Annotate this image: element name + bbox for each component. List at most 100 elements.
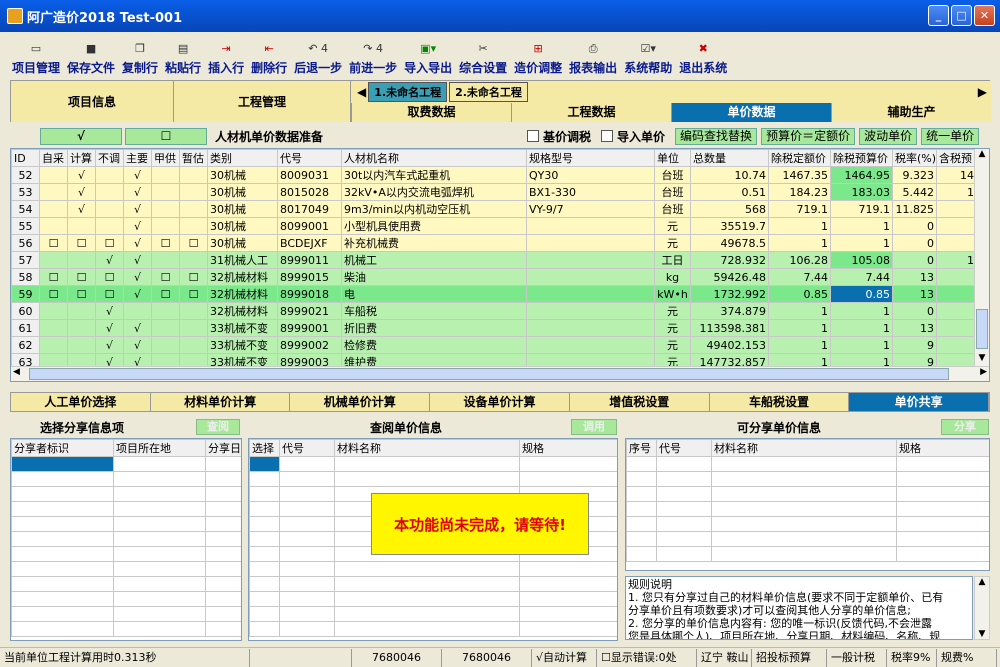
list-item[interactable] [249, 456, 617, 472]
grid-cell[interactable]: 719.1 [768, 200, 831, 218]
panel-cell[interactable] [249, 561, 280, 577]
grid-header-cell[interactable]: 税率(%) [892, 149, 937, 167]
list-item[interactable] [11, 591, 241, 607]
grid-cell[interactable]: 32机械材料 [207, 302, 278, 320]
grid-cell[interactable]: 1 [830, 234, 893, 252]
grid-cell[interactable]: ☐ [95, 234, 124, 252]
grid-cell[interactable]: √ [123, 285, 152, 303]
panel-cell[interactable] [279, 486, 335, 502]
list-item[interactable] [249, 591, 617, 607]
grid-cell[interactable]: 台班 [654, 200, 691, 218]
panel-cell[interactable] [334, 471, 520, 487]
toolbar-button-8[interactable]: ▣▾ 导入导出 [404, 38, 452, 76]
grid-cell[interactable]: 1 [768, 319, 831, 337]
panel-cell[interactable] [279, 501, 335, 517]
panel-header-cell[interactable]: 选择 [249, 439, 280, 457]
grid-cell[interactable]: √ [95, 251, 124, 269]
grid-cell[interactable]: 32kV•A以内交流电弧焊机 [341, 183, 527, 201]
panel-cell[interactable] [249, 606, 280, 622]
panel-cell[interactable] [249, 486, 280, 502]
panel-header-cell[interactable]: 分享日 [205, 439, 241, 457]
panel-cell[interactable] [279, 516, 335, 532]
panel-cell[interactable] [656, 501, 712, 517]
bottom-tab-1[interactable]: 材料单价计算 [150, 393, 291, 411]
grid-cell[interactable]: 车船税 [341, 302, 527, 320]
grid-cell[interactable]: 柴油 [341, 268, 527, 286]
panel-cell[interactable] [205, 501, 241, 517]
list-item[interactable] [11, 531, 241, 547]
list-item[interactable] [626, 486, 989, 502]
panel-cell[interactable] [113, 561, 206, 577]
toolbar-button-11[interactable]: ⎙ 报表输出 [569, 38, 617, 76]
grid-cell[interactable]: 9m3/min以内机动空压机 [341, 200, 527, 218]
grid-cell[interactable] [179, 200, 208, 218]
list-item[interactable] [11, 606, 241, 622]
unified-price-button[interactable]: 统一单价 [921, 127, 980, 145]
grid-cell[interactable]: 183.03 [830, 183, 893, 201]
grid-cell[interactable]: 1 [936, 183, 977, 201]
panel-cell[interactable] [205, 606, 241, 622]
horizontal-scrollbar[interactable]: ◀ ▶ [11, 366, 989, 381]
grid-header-cell[interactable]: 类别 [207, 149, 278, 167]
list-item[interactable] [249, 471, 617, 487]
panel-cell[interactable] [626, 546, 657, 562]
tabs-left-arrow-icon[interactable]: ◀ [357, 85, 366, 99]
toolbar-button-12[interactable]: ☑▾ 系统帮助 [624, 38, 672, 76]
panel-cell[interactable] [249, 501, 280, 517]
panel-cell[interactable] [113, 576, 206, 592]
horizontal-scroll-thumb[interactable] [29, 368, 949, 380]
panel-cell[interactable] [626, 501, 657, 517]
uncheck-all-button[interactable]: ☐ [125, 127, 207, 145]
panel-cell[interactable] [249, 531, 280, 547]
table-row[interactable]: 61 √ √ 33机械不变 8999001 折旧费元 113598.381 1 1 13 [11, 319, 977, 337]
list-item[interactable] [626, 531, 989, 547]
maximize-button[interactable]: □ [951, 5, 972, 26]
panel-cell[interactable] [205, 561, 241, 577]
grid-cell[interactable]: √ [123, 336, 152, 354]
panel-cell[interactable] [249, 471, 280, 487]
bottom-tab-5[interactable]: 车船税设置 [709, 393, 850, 411]
grid-cell[interactable]: 13 [892, 285, 937, 303]
grid-cell[interactable] [526, 234, 655, 252]
panel-cell[interactable] [279, 561, 335, 577]
toolbar-button-7[interactable]: ↷ 4 前进一步 [349, 38, 397, 76]
grid-cell[interactable]: 元 [654, 302, 691, 320]
grid-cell[interactable]: ☐ [151, 234, 180, 252]
grid-cell[interactable]: 57 [11, 251, 40, 269]
grid-cell[interactable]: ☐ [39, 268, 68, 286]
grid-cell[interactable]: kW•h [654, 285, 691, 303]
panel-cell[interactable] [205, 591, 241, 607]
panel-header-cell[interactable]: 代号 [656, 439, 712, 457]
tab-fee-data[interactable]: 取费数据 [351, 103, 511, 122]
panel-cell[interactable] [11, 576, 114, 592]
grid-cell[interactable]: 8999001 [277, 319, 342, 337]
panel-cell[interactable] [656, 516, 712, 532]
toolbar-button-6[interactable]: ↶ 4 后退一步 [294, 38, 342, 76]
grid-cell[interactable]: 30机械 [207, 200, 278, 218]
panel-cell[interactable] [334, 621, 520, 637]
panel-cell[interactable] [11, 501, 114, 517]
grid-cell[interactable]: √ [123, 200, 152, 218]
grid-header-cell[interactable]: 总数量 [690, 149, 769, 167]
grid-header-cell[interactable]: 单位 [654, 149, 691, 167]
grid-cell[interactable]: √ [95, 336, 124, 354]
bottom-tab-4[interactable]: 增值税设置 [569, 393, 710, 411]
grid-cell[interactable] [526, 217, 655, 235]
panel-cell[interactable] [249, 621, 280, 637]
grid-cell[interactable]: ☐ [95, 285, 124, 303]
panel-cell[interactable] [249, 591, 280, 607]
grid-cell[interactable]: ☐ [67, 234, 96, 252]
panel-cell[interactable] [519, 606, 617, 622]
grid-cell[interactable]: √ [95, 319, 124, 337]
project-info-tab[interactable]: 项目信息 [11, 81, 174, 122]
grid-cell[interactable]: 1 [768, 302, 831, 320]
panel-cell[interactable] [249, 546, 280, 562]
grid-cell[interactable] [936, 234, 977, 252]
grid-cell[interactable] [526, 285, 655, 303]
grid-cell[interactable]: √ [123, 268, 152, 286]
grid-cell[interactable] [95, 217, 124, 235]
table-row[interactable]: 52 √ √ 30机械 8009031 30t以内汽车式起重机 QY30 台班 10.74 146… [11, 166, 977, 184]
panel-cell[interactable] [519, 621, 617, 637]
panel-cell[interactable] [11, 456, 114, 472]
grid-cell[interactable]: √ [67, 183, 96, 201]
